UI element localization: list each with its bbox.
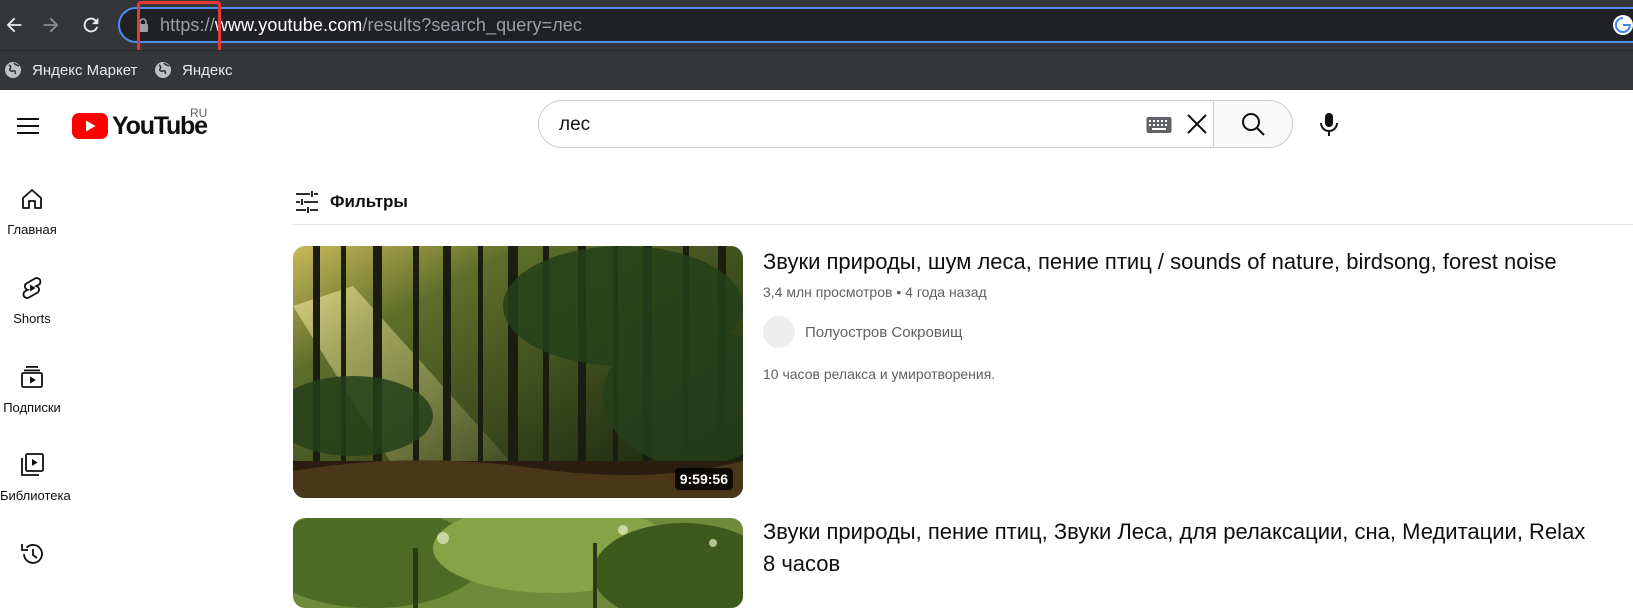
keyboard-icon[interactable] (1146, 116, 1172, 134)
filters-button[interactable]: Фильтры (294, 186, 408, 218)
browser-toolbar: https://www.youtube.com/results?search_q… (0, 0, 1633, 53)
channel-link[interactable]: Полуостров Сокровищ (763, 316, 963, 348)
search-input[interactable]: лес (538, 100, 1214, 148)
sidebar-item-home[interactable]: Главная (0, 186, 64, 237)
sidebar-item-label: Shorts (13, 311, 51, 326)
url-text[interactable]: https://www.youtube.com/results?search_q… (160, 15, 582, 36)
history-icon (21, 544, 43, 564)
search-icon (1242, 113, 1265, 136)
forest-thumbnail-image (293, 518, 743, 608)
search-query[interactable]: лес (559, 114, 590, 136)
sidebar-item-label: Библиотека (0, 488, 71, 503)
forward-button[interactable] (37, 11, 65, 39)
youtube-play-logo-icon (72, 113, 108, 139)
sidebar-item-label: Подписки (3, 400, 61, 415)
sidebar: Главная Shorts Подписки Библиотека (0, 162, 71, 585)
filters-label: Фильтры (330, 192, 408, 211)
video-title[interactable]: Звуки природы, шум леса, пение птиц / so… (763, 246, 1593, 278)
video-thumbnail[interactable]: 9:59:56 (293, 246, 743, 498)
youtube-logo[interactable]: YouTube (72, 110, 208, 142)
meta-separator: • (896, 284, 906, 300)
video-description: 10 часов релакса и умиротворения. (763, 366, 996, 382)
microphone-icon (1320, 113, 1338, 136)
filter-sliders-icon (296, 191, 318, 213)
search-button[interactable] (1213, 100, 1293, 148)
upload-age: 4 года назад (905, 284, 987, 300)
back-button[interactable] (0, 11, 28, 39)
subscriptions-icon (21, 366, 43, 388)
bookmark-yandex[interactable]: Яндекс (154, 59, 232, 81)
clear-search-icon[interactable] (1184, 111, 1210, 137)
reload-icon (83, 17, 99, 33)
filters-divider (293, 224, 1633, 225)
globe-icon (155, 62, 171, 78)
view-count: 3,4 млн просмотров (763, 284, 893, 300)
sidebar-item-history[interactable] (0, 541, 64, 577)
video-title[interactable]: Звуки природы, пение птиц, Звуки Леса, д… (763, 516, 1593, 580)
channel-avatar[interactable] (763, 316, 795, 348)
video-duration: 9:59:56 (674, 468, 733, 490)
bookmark-label: Яндекс (182, 61, 233, 79)
forest-thumbnail-image (293, 246, 743, 498)
reload-button[interactable] (77, 11, 105, 39)
video-thumbnail[interactable] (293, 518, 743, 608)
back-arrow-icon (6, 17, 22, 33)
sidebar-item-subscriptions[interactable]: Подписки (0, 364, 64, 415)
bookmark-label: Яндекс Маркет (32, 61, 138, 79)
video-meta: 3,4 млн просмотров • 4 года назад (763, 284, 987, 300)
bookmarks-bar: Яндекс Маркет Яндекс (0, 50, 1633, 90)
sidebar-item-label: Главная (7, 222, 57, 237)
menu-icon[interactable] (14, 112, 42, 140)
region-code: RU (190, 106, 208, 120)
google-g-glyph (1614, 16, 1631, 33)
url-scheme-highlight (137, 1, 221, 53)
sidebar-item-library[interactable]: Библиотека (0, 452, 71, 503)
home-icon (22, 189, 42, 209)
youtube-header: YouTube RU лес (0, 90, 1633, 162)
sidebar-item-shorts[interactable]: Shorts (0, 275, 64, 326)
channel-name[interactable]: Полуостров Сокровищ (805, 324, 963, 341)
voice-search-button[interactable] (1307, 102, 1351, 146)
url-host: www.youtube.com (214, 15, 363, 35)
google-icon[interactable] (1613, 15, 1633, 35)
bookmark-yandex-market[interactable]: Яндекс Маркет (4, 59, 137, 81)
shorts-icon (22, 277, 42, 299)
globe-icon (5, 62, 21, 78)
url-path: /results?search_query=лес (362, 15, 583, 35)
library-icon (21, 453, 44, 476)
forward-arrow-icon (43, 17, 59, 33)
